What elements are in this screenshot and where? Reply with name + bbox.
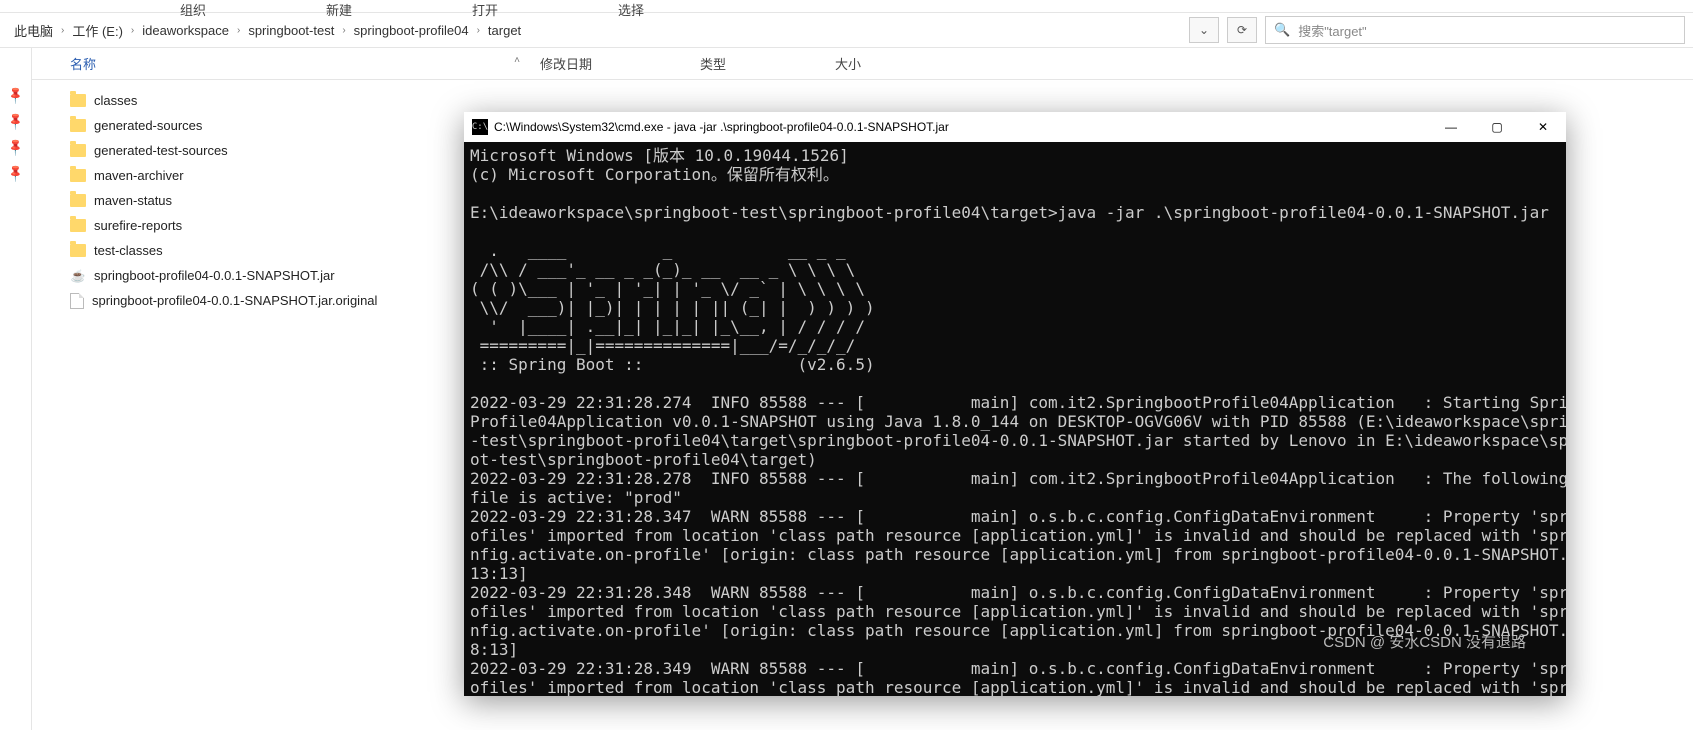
cmd-output[interactable]: Microsoft Windows [版本 10.0.19044.1526] (… <box>464 142 1566 696</box>
breadcrumb-item[interactable]: springboot-test <box>242 19 340 42</box>
search-placeholder: 搜索"target" <box>1298 21 1366 40</box>
breadcrumb-item[interactable]: springboot-profile04 <box>348 19 475 42</box>
file-row[interactable]: classes <box>70 88 1693 113</box>
ribbon-tab[interactable]: 组织 <box>180 0 206 12</box>
search-icon: 🔍 <box>1274 22 1290 38</box>
address-dropdown-button[interactable]: ⌄ <box>1189 17 1219 43</box>
pin-icon[interactable]: 📌 <box>5 85 25 105</box>
file-name: generated-test-sources <box>94 143 228 158</box>
folder-icon <box>70 119 86 132</box>
ribbon-tabs: 组织 新建 打开 选择 <box>0 0 1693 12</box>
maximize-button[interactable]: ▢ <box>1474 112 1520 142</box>
chevron-right-icon: › <box>237 25 240 36</box>
file-name: maven-archiver <box>94 168 184 183</box>
column-type[interactable]: 类型 <box>700 54 835 73</box>
file-name: surefire-reports <box>94 218 182 233</box>
ribbon-tab[interactable]: 新建 <box>326 0 352 12</box>
chevron-right-icon: › <box>131 25 134 36</box>
breadcrumb-item[interactable]: target <box>482 19 527 42</box>
file-name: generated-sources <box>94 118 202 133</box>
file-icon <box>70 293 84 309</box>
file-name: springboot-profile04-0.0.1-SNAPSHOT.jar <box>94 268 335 283</box>
column-name[interactable]: 名称˄ <box>70 54 540 73</box>
columns-header: 名称˄ 修改日期 类型 大小 <box>32 48 1693 80</box>
file-name: test-classes <box>94 243 163 258</box>
folder-icon <box>70 244 86 257</box>
folder-icon <box>70 169 86 182</box>
minimize-button[interactable]: — <box>1428 112 1474 142</box>
file-name: maven-status <box>94 193 172 208</box>
column-date[interactable]: 修改日期 <box>540 54 700 73</box>
ribbon-tab[interactable]: 打开 <box>472 0 498 12</box>
search-input[interactable]: 🔍 搜索"target" <box>1265 16 1685 44</box>
file-name: classes <box>94 93 137 108</box>
close-button[interactable]: ✕ <box>1520 112 1566 142</box>
chevron-right-icon: › <box>342 25 345 36</box>
cmd-window: C:\ C:\Windows\System32\cmd.exe - java -… <box>464 112 1566 696</box>
sort-caret-icon: ˄ <box>514 55 520 66</box>
folder-icon <box>70 194 86 207</box>
cmd-icon: C:\ <box>472 119 488 135</box>
column-size[interactable]: 大小 <box>835 54 955 73</box>
chevron-right-icon: › <box>477 25 480 36</box>
breadcrumb[interactable]: 此电脑› 工作 (E:)› ideaworkspace› springboot-… <box>8 17 1181 44</box>
folder-icon <box>70 94 86 107</box>
breadcrumb-item[interactable]: 此电脑 <box>8 17 59 44</box>
file-name: springboot-profile04-0.0.1-SNAPSHOT.jar.… <box>92 293 377 308</box>
pin-icon[interactable]: 📌 <box>5 111 25 131</box>
cmd-titlebar[interactable]: C:\ C:\Windows\System32\cmd.exe - java -… <box>464 112 1566 142</box>
jar-icon: ☕ <box>70 268 86 284</box>
watermark: CSDN @ 安水CSDN 没有退路 <box>1323 631 1526 652</box>
pin-icon[interactable]: 📌 <box>5 137 25 157</box>
folder-icon <box>70 144 86 157</box>
chevron-right-icon: › <box>61 25 64 36</box>
pin-icon[interactable]: 📌 <box>5 163 25 183</box>
ribbon-tab[interactable]: 选择 <box>618 0 644 12</box>
cmd-title: C:\Windows\System32\cmd.exe - java -jar … <box>494 120 1422 134</box>
folder-icon <box>70 219 86 232</box>
quick-access-rail: 📌 📌 📌 📌 <box>0 48 32 730</box>
breadcrumb-item[interactable]: ideaworkspace <box>136 19 235 42</box>
address-bar: 此电脑› 工作 (E:)› ideaworkspace› springboot-… <box>0 12 1693 48</box>
refresh-button[interactable]: ⟳ <box>1227 17 1257 43</box>
breadcrumb-item[interactable]: 工作 (E:) <box>66 17 129 44</box>
